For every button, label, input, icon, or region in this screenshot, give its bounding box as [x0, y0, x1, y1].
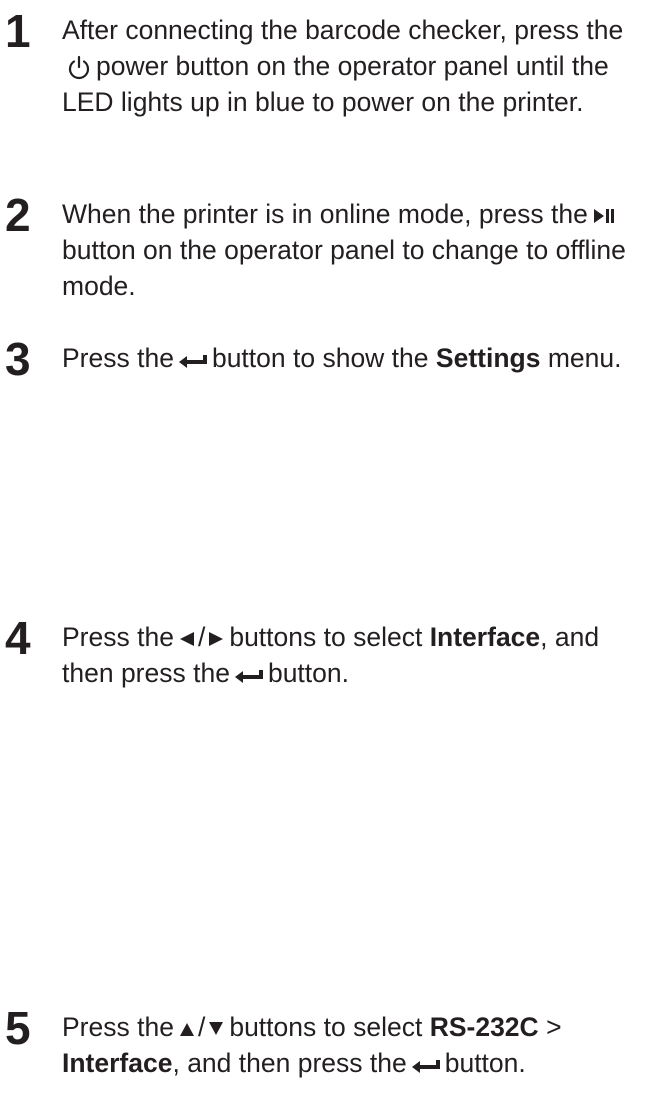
step-text-part: buttons to select	[229, 622, 423, 652]
left-triangle-icon	[178, 630, 196, 648]
settings-menu-name: Settings	[435, 343, 541, 373]
step-text-part: power button on the operator panel until…	[62, 51, 609, 117]
rs232c-option: RS-232C	[429, 1012, 539, 1042]
interface-option: Interface	[429, 622, 541, 652]
enter-icon	[411, 1056, 441, 1074]
enter-icon	[178, 351, 208, 369]
step-text-part: Press the	[62, 343, 174, 373]
step-text-part: buttons to select	[229, 1012, 423, 1042]
step-text: Press the / buttons to select RS-232C > In…	[62, 1009, 642, 1081]
power-icon	[66, 55, 92, 81]
interface-option: Interface	[62, 1048, 173, 1078]
step-text: After connecting the barcode checker, pr…	[62, 12, 642, 120]
step-text-part: , and then press the	[172, 1048, 407, 1078]
step-text-part: Press the	[62, 1012, 174, 1042]
step-text: Press the button to show the Settings men…	[62, 340, 642, 376]
step-text-part: button on the operator panel to change t…	[62, 235, 626, 301]
separator: /	[197, 1012, 206, 1042]
step-number: 5	[5, 1002, 31, 1054]
step-text-part: button.	[444, 1048, 526, 1078]
play-pause-icon	[592, 206, 616, 226]
separator: /	[197, 622, 206, 652]
enter-icon	[234, 666, 264, 684]
step-text-part: Press the	[62, 622, 174, 652]
up-triangle-icon	[178, 1020, 196, 1038]
step-text: Press the / buttons to select Interface, a…	[62, 619, 642, 691]
right-triangle-icon	[207, 630, 225, 648]
step-text-part: button to show the	[211, 343, 429, 373]
down-triangle-icon	[207, 1020, 225, 1038]
step-text: When the printer is in online mode, pres…	[62, 196, 642, 304]
step-text-part: When the printer is in online mode, pres…	[62, 199, 588, 229]
step-text-part: menu.	[547, 343, 622, 373]
step-number: 4	[5, 612, 31, 664]
step-number: 2	[5, 189, 31, 241]
step-number: 3	[5, 333, 31, 385]
path-separator: >	[546, 1012, 562, 1042]
step-number: 1	[5, 5, 31, 57]
step-text-part: button.	[267, 658, 349, 688]
step-text-part: After connecting the barcode checker, pr…	[62, 15, 624, 45]
